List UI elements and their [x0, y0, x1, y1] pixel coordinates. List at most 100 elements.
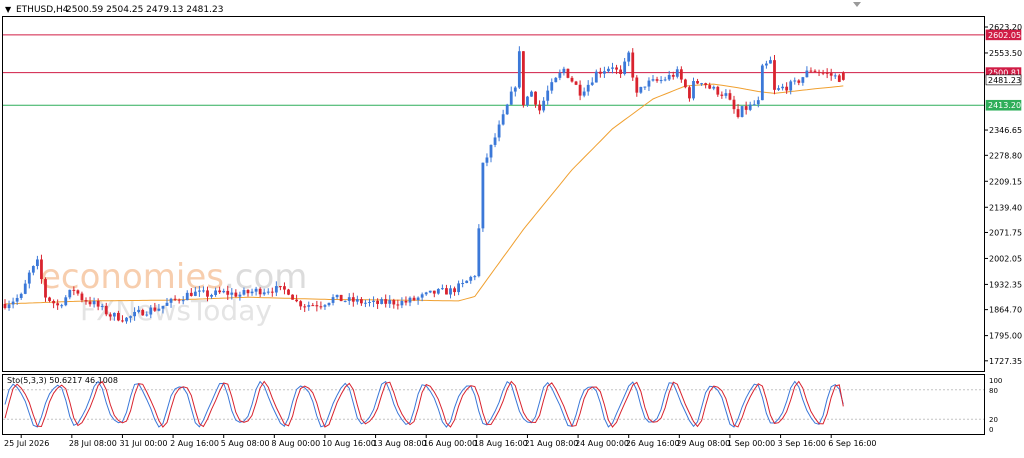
candle-body [619, 69, 622, 74]
candle-body [760, 65, 764, 101]
y-tick-label: 2002.05 [989, 254, 1022, 263]
candle-body [526, 96, 529, 106]
candle-body [258, 288, 262, 295]
candle-body [335, 294, 339, 298]
candle-body [270, 291, 274, 293]
candle-body [129, 316, 132, 318]
candle-body [635, 77, 639, 93]
y-tick-label: 1727.35 [989, 357, 1022, 366]
candle-body [323, 305, 327, 307]
candle-body [578, 84, 582, 96]
candle-body [457, 283, 460, 293]
candle-body [295, 299, 298, 302]
candle-body [372, 300, 375, 302]
symbol-menu-arrow[interactable]: ▼ [5, 5, 12, 14]
candle-body [517, 51, 521, 88]
candle-body [112, 312, 116, 317]
candle-body [424, 292, 428, 295]
candle-body [615, 67, 618, 70]
candle-body [396, 304, 400, 306]
x-tick-label: 5 Aug 08:00 [221, 439, 270, 448]
x-tick-label: 16 Aug 00:00 [423, 439, 477, 448]
candle-body [825, 72, 829, 74]
x-tick-label: 25 Jul 2026 [4, 439, 49, 448]
candle-body [781, 86, 784, 89]
candle-body [736, 109, 740, 117]
candle-body [262, 292, 266, 295]
y-tick-label: 2209.15 [989, 177, 1022, 186]
candle-body [360, 299, 363, 304]
candle-body [161, 305, 165, 309]
candle-body [501, 114, 505, 125]
candle-body [485, 157, 489, 163]
candle-body [214, 290, 217, 295]
candle-body [3, 303, 7, 309]
candle-body [546, 90, 550, 101]
candle-body [331, 297, 335, 303]
candle-body [538, 104, 541, 111]
candle-body [72, 289, 76, 291]
candle-body [453, 288, 456, 293]
candle-body [380, 299, 384, 304]
stoch-tick-label: 0 [989, 426, 993, 434]
candle-body [801, 77, 805, 83]
candle-body [623, 61, 627, 74]
candle-body [100, 305, 104, 307]
candle-body [793, 80, 797, 82]
candle-body [56, 303, 60, 306]
ohlc-values: 2500.59 2504.25 2479.13 2481.23 [66, 5, 223, 15]
price-chart[interactable]: economies.com FXNewsToday ▼ ETHUSD,H4 25… [0, 0, 1024, 454]
symbol-timeframe: ETHUSD,H4 [16, 5, 69, 15]
candle-body [817, 71, 821, 73]
candle-body [392, 300, 396, 305]
candle-body [473, 276, 477, 278]
x-tick-label: 21 Aug 08:00 [524, 439, 578, 448]
candle-body [481, 162, 485, 229]
candle-body [327, 302, 331, 306]
candle-body [809, 70, 813, 72]
candle-body [469, 276, 473, 281]
candle-body [165, 302, 169, 306]
candle-body [773, 60, 776, 90]
chart-window[interactable]: economies.com FXNewsToday ▼ ETHUSD,H4 25… [0, 0, 1024, 454]
level-badge-label: 2413.20 [988, 101, 1021, 110]
candle-body [441, 288, 444, 290]
x-tick-label: 24 Aug 00:00 [575, 439, 629, 448]
candle-body [700, 83, 703, 85]
candle-body [740, 106, 744, 117]
candle-body [202, 290, 205, 292]
candle-body [489, 144, 493, 158]
level-badge-label: 2602.05 [988, 31, 1021, 40]
candle-body [833, 75, 837, 77]
candle-body [177, 299, 181, 301]
candle-body [724, 93, 728, 96]
watermark-suffix: .com [224, 257, 307, 297]
candle-body [303, 306, 307, 308]
x-tick-label: 26 Aug 16:00 [626, 439, 680, 448]
candle-body [627, 52, 631, 62]
candle-body [108, 314, 112, 317]
x-tick-label: 10 Aug 16:00 [322, 439, 376, 448]
candle-body [311, 305, 315, 307]
x-tick-label: 1 Sep 00:00 [727, 439, 775, 448]
candle-body [254, 288, 258, 292]
candle-body [550, 82, 554, 91]
candle-body [748, 104, 752, 110]
candle-body [299, 301, 303, 307]
candle-body [647, 80, 651, 87]
candle-body [769, 60, 772, 64]
candle-body [64, 297, 68, 306]
candle-body [230, 292, 234, 295]
candle-body [60, 305, 64, 307]
candle-body [756, 100, 760, 105]
candle-body [153, 307, 157, 311]
candle-body [436, 289, 440, 294]
candle-body [307, 305, 311, 307]
candle-body [530, 91, 533, 97]
candle-body [461, 283, 465, 285]
candle-body [566, 68, 570, 78]
candle-body [432, 290, 436, 294]
candle-body [193, 291, 197, 296]
candle-body [84, 300, 88, 302]
candle-body [797, 80, 801, 83]
